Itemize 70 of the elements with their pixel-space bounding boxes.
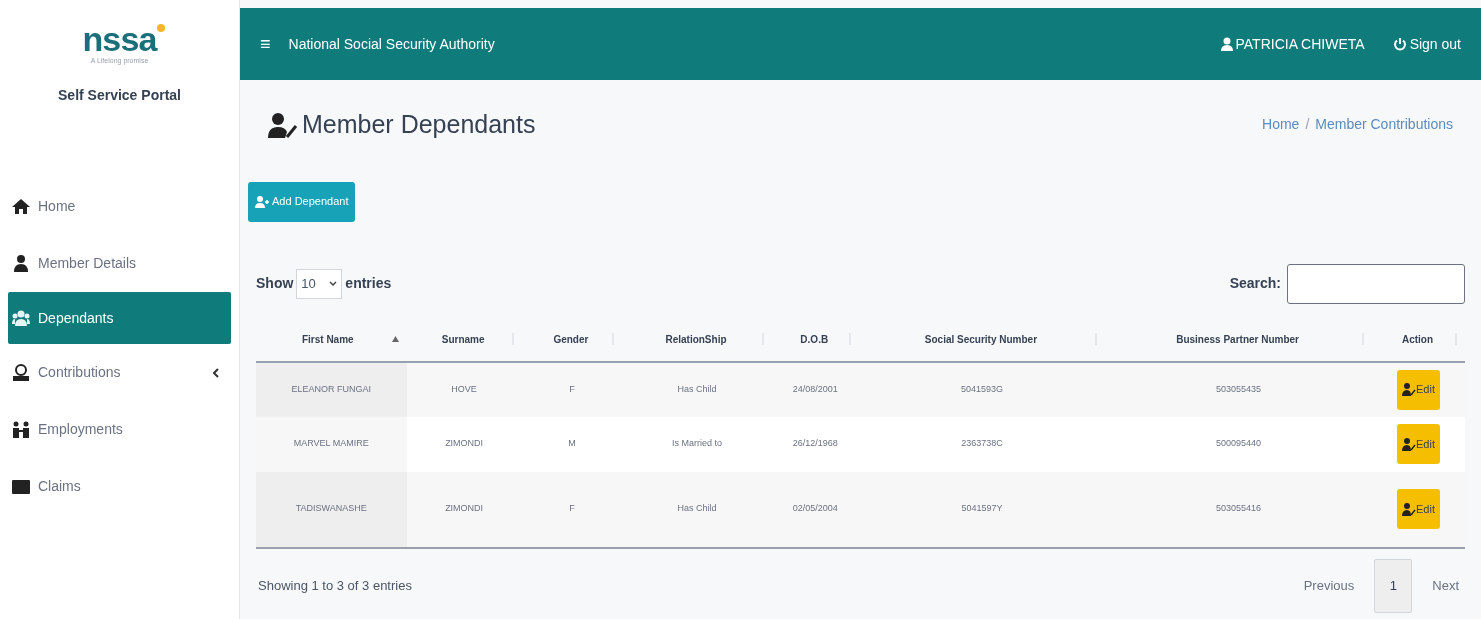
sign-out-button[interactable]: Sign out [1392,33,1461,55]
table-cell: 503055416 [1105,471,1372,548]
column-header[interactable]: Social Security Number [866,331,1096,347]
table-cell: ELEANOR FUNGAI [256,361,407,417]
user-edit-icon [268,111,298,138]
caret-icon [329,280,338,287]
page-title: Member Dependants [302,109,536,140]
user-edit-icon [1402,437,1416,451]
user-icon [12,255,30,272]
table-cell: HOVE [406,361,522,417]
table-cell: Is Married to [622,416,772,472]
menu-button[interactable]: ≡ [260,30,271,58]
sidebar-item[interactable]: Contributions [8,344,231,401]
column-header[interactable]: Action [1379,331,1455,347]
pagination-button[interactable]: Previous [1299,558,1359,613]
user-icon [1220,37,1233,51]
user-edit-icon [1402,383,1416,396]
table-cell: 5041593G [858,361,1106,417]
breadcrumb-separator: / [1305,115,1310,135]
table-cell: 02/05/2004 [771,471,859,548]
breadcrumb-link[interactable]: Member Contributions [1315,114,1453,136]
column-header[interactable]: D.O.B [779,331,849,347]
breadcrumb-link[interactable]: Home [1262,114,1300,136]
search-field[interactable] [1287,263,1465,304]
user-plus-icon [255,195,269,208]
edit-button[interactable]: Edit [1397,369,1440,410]
pagination-button[interactable]: Next [1428,558,1463,613]
sidebar-item[interactable]: Employments [8,401,231,458]
app-title: National Social Security Authority [288,34,495,54]
user-menu[interactable]: PATRICIA CHIWETA [1220,33,1365,55]
column-header[interactable]: Gender [529,331,613,347]
table-cell: 500095440 [1105,416,1372,472]
table-cell: 5041597Y [858,471,1106,548]
logo-text: nssa [82,22,157,56]
table-cell: 26/12/1968 [771,416,859,472]
table-cell: ZIMONDI [406,416,522,472]
table-cell: ZIMONDI [406,471,522,548]
table-cell: Has Child [622,471,772,548]
sidebar-item[interactable]: Claims [8,458,231,515]
sun-dot-icon [156,24,165,32]
home-icon [12,198,30,215]
column-header[interactable]: Surname [414,331,512,347]
table-cell: 2363738C [858,416,1106,472]
column-header[interactable]: First Name [264,331,392,347]
user-edit-icon [1402,502,1416,516]
table-cell: F [521,471,623,548]
search-label: Search: [1229,274,1281,293]
add-dependant-button[interactable]: Add Dependant [248,181,356,222]
power-icon [1392,37,1407,51]
pagination-button[interactable]: 1 [1374,558,1413,613]
sidebar-item[interactable]: Member Details [8,235,231,292]
table-cell: M [521,416,623,472]
entries-info: Showing 1 to 3 of 3 entries [258,576,412,595]
table-cell: TADISWANASHE [256,471,407,548]
column-header[interactable]: RelationShip [630,331,762,347]
table-cell: F [521,361,623,417]
edit-button[interactable]: Edit [1397,424,1440,464]
sidebar-item[interactable]: Dependants [8,292,231,344]
table-cell: Has Child [622,361,772,417]
column-header[interactable]: Business Partner Number [1113,331,1362,347]
show-label: Show [256,274,294,293]
table-cell: 24/08/2001 [771,361,859,417]
table-cell: 503055435 [1105,361,1372,417]
portal-title: Self Service Portal [58,85,181,105]
edit-button[interactable]: Edit [1397,489,1440,529]
page-size-select[interactable]: 10 [296,268,343,299]
entries-label: entries [345,274,392,293]
sidebar-item[interactable]: Home [8,178,231,235]
table-cell: MARVEL MAMIRE [256,416,407,472]
users-icon [12,309,30,327]
